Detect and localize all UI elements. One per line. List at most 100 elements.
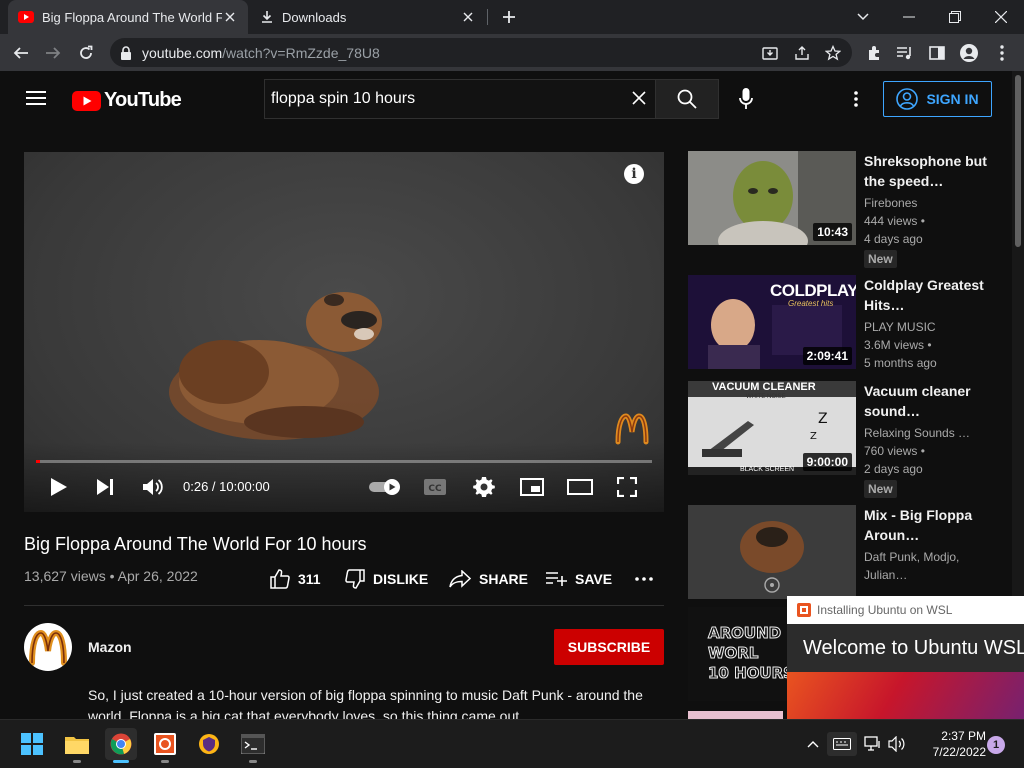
profile-icon[interactable] <box>959 43 979 63</box>
recommendation-item[interactable]: Z Z VACUUM CLEANER WHITE NOISE BLACK SCR… <box>688 381 1012 498</box>
more-actions-button[interactable] <box>635 568 653 590</box>
recommendation-thumbnail[interactable]: 10:43 <box>688 151 856 245</box>
subscribe-button[interactable]: SUBSCRIBE <box>554 629 664 665</box>
keyboard-layout-button[interactable] <box>827 732 857 756</box>
subtitles-button[interactable]: CC <box>422 474 448 500</box>
volume-tray-icon[interactable] <box>886 732 908 756</box>
channel-m-logo-icon <box>29 629 67 666</box>
thumbnail-bottom-text: BLACK SCREEN <box>740 466 795 473</box>
dislike-button[interactable]: DISLIKE <box>345 568 428 590</box>
vpn-app-button[interactable] <box>193 728 225 760</box>
ubuntu-installer-taskbar-button[interactable] <box>149 728 181 763</box>
recommendation-title[interactable]: Shreksophone but the speed… <box>864 151 994 191</box>
ubuntu-wsl-window[interactable]: Installing Ubuntu on WSL Welcome to Ubun… <box>787 596 1024 719</box>
recommendation-age: 5 months ago <box>864 356 937 370</box>
recommendation-title[interactable]: Vacuum cleaner sound… <box>864 381 994 421</box>
recommendation-channel[interactable]: Relaxing Sounds … <box>864 426 994 440</box>
sign-in-button[interactable]: SIGN IN <box>883 81 992 117</box>
thumbs-down-icon <box>345 569 365 589</box>
ubuntu-app-icon <box>154 733 176 755</box>
reload-button[interactable] <box>73 40 99 66</box>
tab-downloads[interactable]: Downloads <box>250 0 486 34</box>
arrow-left-icon <box>13 47 28 59</box>
video-player[interactable]: i 0:26 / 10:00:00 CC <box>24 152 664 512</box>
recommendation-channel[interactable]: Firebones <box>864 196 994 210</box>
dislike-label: DISLIKE <box>373 571 429 587</box>
back-button[interactable] <box>8 40 34 66</box>
progress-bar[interactable] <box>36 460 652 463</box>
extensions-icon[interactable] <box>864 43 884 63</box>
channel-watermark-m-icon[interactable] <box>614 410 650 446</box>
recommendation-title[interactable]: Mix - Big Floppa Aroun… <box>864 505 994 545</box>
recommendation-item[interactable]: COLDPLAY Greatest hits 2:09:41 Coldplay … <box>688 275 1012 373</box>
play-button[interactable] <box>46 474 72 500</box>
tab-youtube[interactable]: Big Floppa Around The World For 10 hours <box>8 0 248 34</box>
new-tab-button[interactable] <box>498 6 520 28</box>
close-tab-icon[interactable] <box>222 9 238 25</box>
show-hidden-icons-button[interactable] <box>803 732 823 756</box>
side-panel-icon[interactable] <box>927 43 947 63</box>
clear-search-icon[interactable] <box>631 90 647 106</box>
running-indicator <box>73 760 81 763</box>
video-info-button[interactable]: i <box>624 164 644 184</box>
system-clock[interactable]: 2:37 PM 7/22/2022 <box>916 728 986 760</box>
like-button[interactable]: 311 <box>270 568 321 590</box>
channel-name[interactable]: Mazon <box>88 639 132 655</box>
channel-avatar[interactable] <box>24 623 72 671</box>
save-button[interactable]: SAVE <box>545 568 612 590</box>
recommendation-thumbnail[interactable] <box>688 505 856 599</box>
recommendation-item[interactable]: Mix - Big Floppa Aroun… Daft Punk, Modjo… <box>688 505 1012 599</box>
recommendation-title[interactable]: Coldplay Greatest Hits… <box>864 275 994 315</box>
install-app-icon[interactable] <box>761 44 779 62</box>
restore-button[interactable] <box>932 0 978 34</box>
autoplay-toggle[interactable] <box>366 474 404 500</box>
network-icon[interactable] <box>862 732 884 756</box>
youtube-logo[interactable]: YouTube <box>72 89 182 112</box>
chrome-taskbar-button[interactable] <box>105 728 137 763</box>
share-button[interactable]: SHARE <box>449 568 528 590</box>
forward-button[interactable] <box>40 40 66 66</box>
start-button[interactable] <box>16 728 48 760</box>
notification-badge[interactable]: 1 <box>987 736 1005 754</box>
settings-button[interactable] <box>471 474 497 500</box>
search-button[interactable] <box>655 79 719 119</box>
recommendation-thumbnail[interactable]: AROUND WORL 10 HOURS <box>688 607 787 701</box>
recommendation-item[interactable]: 10:43 Shreksophone but the speed… Firebo… <box>688 151 1012 268</box>
share-page-icon[interactable] <box>793 44 811 62</box>
wsl-heading: Welcome to Ubuntu WSL <box>787 624 1024 672</box>
recommendation-channel[interactable]: PLAY MUSIC <box>864 320 994 334</box>
new-badge: New <box>864 250 897 268</box>
thumbs-up-icon <box>270 569 290 589</box>
miniplayer-button[interactable] <box>518 474 546 500</box>
recommendation-thumbnail[interactable]: Z Z VACUUM CLEANER WHITE NOISE BLACK SCR… <box>688 381 856 475</box>
search-input[interactable]: floppa spin 10 hours <box>264 79 655 119</box>
terminal-button[interactable] <box>237 728 269 763</box>
next-button[interactable] <box>92 474 118 500</box>
address-bar[interactable]: youtube.com/watch?v=RmZzde_78U8 <box>110 38 852 67</box>
minimize-button[interactable] <box>886 0 932 34</box>
file-explorer-button[interactable] <box>61 728 93 763</box>
close-tab-icon[interactable] <box>460 9 476 25</box>
voice-search-button[interactable] <box>734 87 758 111</box>
account-circle-icon <box>896 88 919 110</box>
guide-menu-button[interactable] <box>26 90 46 106</box>
close-window-button[interactable] <box>978 0 1024 34</box>
mute-button[interactable] <box>140 474 166 500</box>
chrome-menu-icon[interactable] <box>992 43 1012 63</box>
settings-more-button[interactable] <box>844 87 868 111</box>
vertical-dots-icon <box>854 91 858 107</box>
recommendation-views: 444 views • <box>864 214 925 228</box>
recommendation-thumbnail[interactable]: COLDPLAY Greatest hits 2:09:41 <box>688 275 856 369</box>
tab-search-button[interactable] <box>840 0 886 34</box>
theater-mode-button[interactable] <box>565 474 595 500</box>
bookmark-star-icon[interactable] <box>824 44 842 62</box>
fullscreen-button[interactable] <box>614 474 640 500</box>
media-control-icon[interactable] <box>895 43 915 63</box>
scrollbar-thumb[interactable] <box>1015 75 1021 247</box>
miniplayer-icon <box>520 478 544 496</box>
recommendation-thumbnail-partial[interactable] <box>688 711 783 719</box>
browser-toolbar: youtube.com/watch?v=RmZzde_78U8 <box>0 34 1024 71</box>
wsl-titlebar[interactable]: Installing Ubuntu on WSL <box>787 596 1024 624</box>
recommendation-channel[interactable]: Daft Punk, Modjo, <box>864 550 994 564</box>
ubuntu-installer-icon <box>797 603 811 617</box>
